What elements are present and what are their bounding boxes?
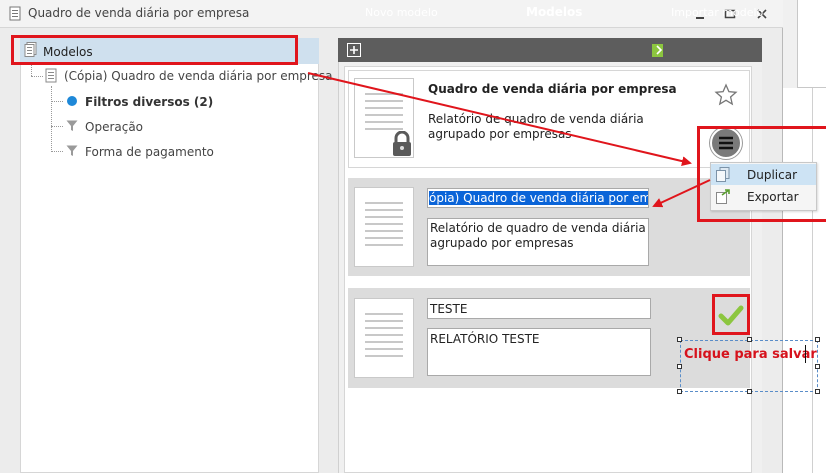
arrow-to-menu — [307, 72, 692, 167]
resize-handle — [747, 337, 752, 342]
text-cursor — [805, 345, 806, 363]
save-hint-text: Clique para salvar — [684, 347, 817, 362]
resize-handle — [747, 389, 752, 394]
resize-handle — [815, 337, 820, 342]
resize-handle — [815, 364, 820, 369]
resize-handle — [677, 337, 682, 342]
resize-handle — [815, 389, 820, 394]
resize-handle — [677, 364, 682, 369]
arrow-to-copy — [652, 179, 711, 208]
resize-handle — [677, 389, 682, 394]
annotation-arrows — [307, 72, 711, 208]
